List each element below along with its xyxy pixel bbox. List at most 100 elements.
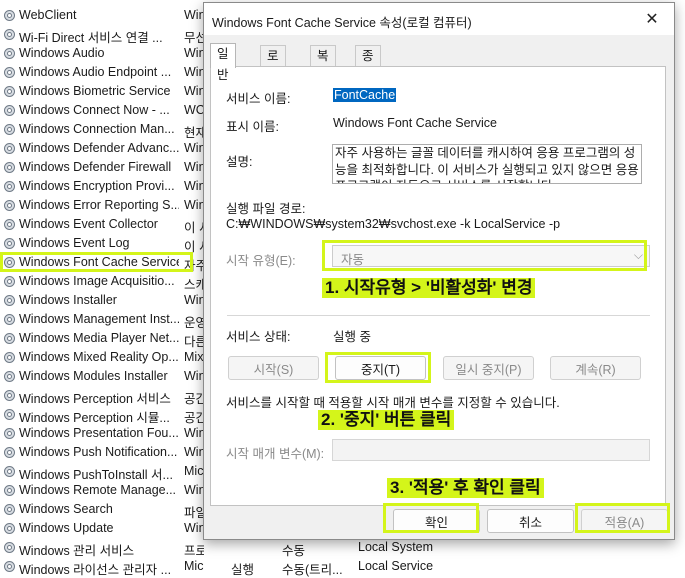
- gear-icon: [4, 124, 15, 135]
- gear-icon: [4, 314, 15, 325]
- display-name-label: 표시 이름:: [226, 120, 279, 134]
- service-name: Windows Image Acquisitio...: [19, 274, 175, 288]
- gear-icon: [4, 390, 15, 401]
- gear-icon: [4, 200, 15, 211]
- description-box[interactable]: 자주 사용하는 글꼴 데이터를 캐시하여 응용 프로그램의 성능을 최적화합니다…: [332, 144, 642, 184]
- service-description: Win: [184, 369, 204, 383]
- properties-dialog: Windows Font Cache Service 속성(로컬 컴퓨터) ✕ …: [203, 2, 675, 540]
- gear-icon: [4, 276, 15, 287]
- service-name: Windows Event Log: [19, 236, 130, 250]
- gear-icon: [4, 105, 15, 116]
- service-description: Win: [184, 8, 204, 22]
- service-name: Windows Encryption Provi...: [19, 179, 175, 193]
- service-name: Windows Modules Installer: [19, 369, 168, 383]
- gear-icon: [4, 29, 15, 40]
- service-name: Windows Installer: [19, 293, 117, 307]
- service-description: Mix: [184, 350, 204, 364]
- service-name: Windows Audio: [19, 46, 105, 60]
- annotation-step-1: 1. 시작유형 > '비활성화' 변경: [322, 278, 536, 298]
- display-name-value[interactable]: Windows Font Cache Service: [333, 116, 497, 130]
- startup-type-highlight: [322, 240, 647, 271]
- gear-icon: [4, 352, 15, 363]
- close-button[interactable]: ✕: [630, 3, 674, 35]
- service-logon: Local Service: [358, 559, 434, 573]
- start-params-input[interactable]: [332, 439, 650, 461]
- tab-general[interactable]: 일반: [210, 43, 236, 82]
- gear-icon: [4, 10, 15, 21]
- service-description: Win: [184, 65, 204, 79]
- service-description: Win: [184, 46, 204, 60]
- service-name: WebClient: [19, 8, 77, 22]
- resume-button[interactable]: 계속(R): [550, 356, 641, 380]
- service-name: Windows Event Collector: [19, 217, 158, 231]
- service-description: Win: [184, 426, 204, 440]
- service-name: Windows Media Player Net...: [19, 331, 179, 345]
- service-name: Windows Connection Man...: [19, 122, 175, 136]
- service-description: Win: [184, 293, 204, 307]
- params-note: 서비스를 시작할 때 적용할 시작 매개 변수를 지정할 수 있습니다.: [226, 396, 560, 410]
- tab-recovery[interactable]: 복구: [310, 45, 336, 84]
- service-description: Win: [184, 521, 204, 535]
- service-name: Windows Audio Endpoint ...: [19, 65, 172, 79]
- tab-logon[interactable]: 로그온: [260, 45, 286, 105]
- description-label: 설명:: [226, 155, 253, 169]
- service-name: Windows Connect Now - ...: [19, 103, 170, 117]
- service-logon: Local System: [358, 540, 434, 554]
- service-name: Windows 라이선스 관리자 ...: [19, 563, 172, 577]
- font-cache-row-highlight: [0, 252, 193, 272]
- startup-type-label: 시작 유형(E):: [226, 254, 296, 268]
- service-name: Windows Search: [19, 502, 113, 516]
- gear-icon: [4, 504, 15, 515]
- gear-icon: [4, 181, 15, 192]
- gear-icon: [4, 143, 15, 154]
- gear-icon: [4, 162, 15, 173]
- service-row[interactable]: Windows 관리 서비스프로...수동Local System: [0, 538, 685, 558]
- params-label: 시작 매개 변수(M):: [226, 447, 325, 461]
- service-description: Win: [184, 179, 204, 193]
- gear-icon: [4, 523, 15, 534]
- ok-button-highlight: [383, 503, 479, 533]
- service-startup-type: 수동(트리...: [282, 563, 343, 577]
- apply-button-highlight: [575, 503, 670, 533]
- service-status: 실행: [231, 563, 255, 577]
- service-description: Win: [184, 160, 204, 174]
- service-name: Windows Push Notification...: [19, 445, 178, 459]
- service-name: Windows Remote Manage...: [19, 483, 177, 497]
- start-button[interactable]: 시작(S): [228, 356, 319, 380]
- service-name: Windows Defender Advanc...: [19, 141, 179, 155]
- cancel-button[interactable]: 취소: [487, 509, 574, 533]
- pause-button[interactable]: 일시 중지(P): [443, 356, 534, 380]
- gear-icon: [4, 371, 15, 382]
- service-row[interactable]: Windows 라이선스 관리자 ... Micr... 실행 수동(트리... Loc…: [0, 557, 685, 577]
- annotation-step-2: 2. '중지' 버튼 클릭: [318, 410, 455, 430]
- gear-icon: [4, 447, 15, 458]
- dialog-title: Windows Font Cache Service 속성(로컬 컴퓨터): [212, 16, 472, 30]
- gear-icon: [4, 561, 15, 572]
- dialog-titlebar[interactable]: Windows Font Cache Service 속성(로컬 컴퓨터) ✕: [204, 3, 674, 35]
- exe-path-value[interactable]: C:₩WINDOWS₩system32₩svchost.exe -k Local…: [226, 217, 560, 231]
- gear-icon: [4, 238, 15, 249]
- service-name: Windows Defender Firewall: [19, 160, 172, 174]
- gear-icon: [4, 295, 15, 306]
- service-description: Win: [184, 84, 204, 98]
- gear-icon: [4, 48, 15, 59]
- service-name: Windows Management Inst...: [19, 312, 179, 326]
- service-name-label: 서비스 이름:: [226, 92, 291, 106]
- exe-path-label: 실행 파일 경로:: [226, 202, 306, 216]
- service-description: Win: [184, 198, 204, 212]
- annotation-step-3: 3. '적용' 후 확인 클릭: [387, 478, 544, 498]
- service-name: Windows Update: [19, 521, 114, 535]
- service-name: Windows Error Reporting S...: [19, 198, 179, 212]
- tab-dependencies[interactable]: 종속성: [355, 45, 381, 105]
- gear-icon: [4, 409, 15, 420]
- service-name-value[interactable]: FontCache: [333, 88, 397, 102]
- service-name: Windows Presentation Fou...: [19, 426, 179, 440]
- gear-icon: [4, 428, 15, 439]
- gear-icon: [4, 466, 15, 477]
- gear-icon: [4, 219, 15, 230]
- service-description: Win: [184, 141, 204, 155]
- gear-icon: [4, 86, 15, 97]
- service-description: Micr...: [184, 559, 204, 573]
- close-icon: ✕: [645, 11, 659, 28]
- gear-icon: [4, 485, 15, 496]
